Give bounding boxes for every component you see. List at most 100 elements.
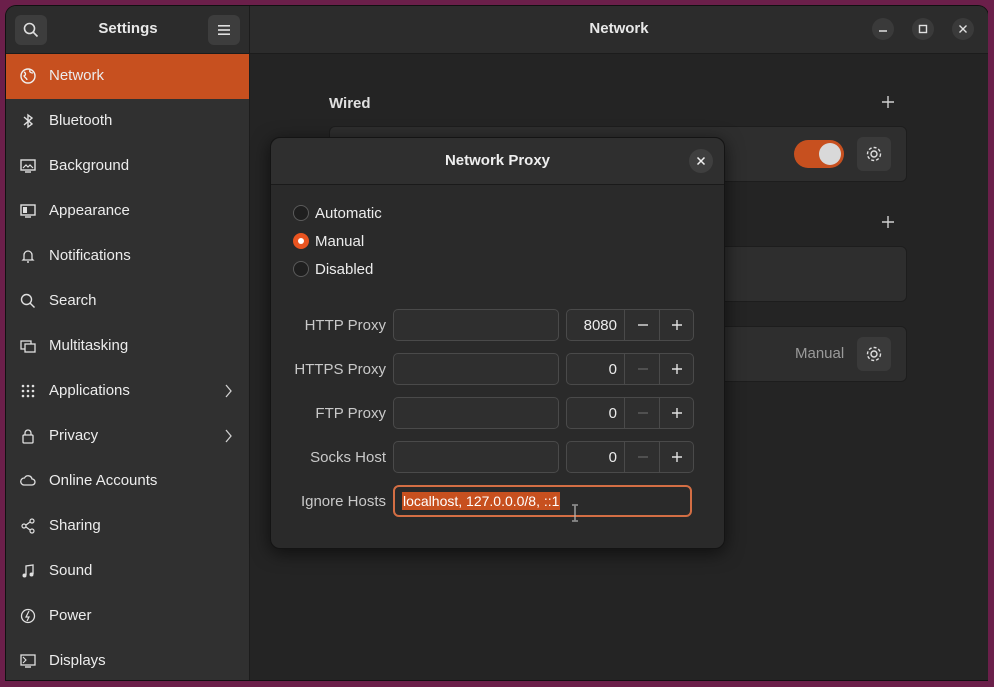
sidebar-item-notifications[interactable]: Notifications [6, 234, 249, 279]
chevron-right-icon [225, 384, 232, 398]
search-icon [20, 293, 35, 308]
cloud-icon [20, 475, 36, 486]
plus-icon [672, 408, 682, 418]
sidebar-item-search[interactable]: Search [6, 279, 249, 324]
wired-section-title: Wired [329, 95, 371, 112]
socks-host-label: Socks Host [310, 449, 386, 466]
increment-button[interactable] [659, 310, 694, 340]
minus-icon [637, 324, 648, 326]
decrement-button [624, 442, 660, 472]
sidebar: Settings Network Bluetooth Background Ap… [6, 6, 250, 680]
sidebar-header: Settings [6, 6, 249, 54]
socks-host-input[interactable] [393, 441, 559, 473]
plus-icon [672, 364, 682, 374]
sidebar-item-label: Search [49, 292, 97, 309]
sidebar-item-label: Sharing [49, 517, 101, 534]
http-proxy-port-spinner[interactable]: 8080 [566, 309, 694, 341]
minimize-button[interactable] [872, 18, 894, 40]
decrement-button [624, 354, 660, 384]
share-icon [21, 518, 35, 534]
sidebar-item-label: Privacy [49, 427, 99, 444]
mode-automatic-option[interactable]: Automatic [293, 202, 382, 224]
sidebar-item-label: Multitasking [49, 337, 129, 354]
port-value[interactable]: 0 [567, 449, 617, 466]
background-icon [20, 159, 36, 173]
wired-toggle[interactable] [794, 140, 844, 168]
mode-label: Disabled [315, 260, 374, 278]
power-icon [20, 608, 36, 624]
decrement-button[interactable] [624, 310, 660, 340]
ftp-proxy-port-spinner[interactable]: 0 [566, 397, 694, 429]
multitasking-icon [20, 340, 36, 353]
sidebar-item-sound[interactable]: Sound [6, 549, 249, 594]
appearance-icon [20, 204, 36, 218]
dialog-title: Network Proxy [444, 152, 551, 169]
ftp-proxy-host-input[interactable] [393, 397, 559, 429]
mode-label: Manual [315, 232, 365, 250]
port-value[interactable]: 0 [567, 405, 617, 422]
radio-manual[interactable] [293, 233, 309, 249]
sidebar-item-label: Bluetooth [49, 112, 113, 129]
sidebar-item-applications[interactable]: Applications [6, 369, 249, 414]
sidebar-item-label: Displays [49, 652, 106, 669]
https-proxy-label: HTTPS Proxy [294, 361, 386, 378]
sidebar-item-bluetooth[interactable]: Bluetooth [6, 99, 249, 144]
sidebar-item-label: Appearance [49, 202, 130, 219]
mode-disabled-option[interactable]: Disabled [293, 258, 373, 280]
bluetooth-icon [23, 113, 34, 129]
port-value[interactable]: 8080 [567, 317, 617, 334]
text-cursor-icon [572, 504, 578, 522]
radio-automatic[interactable] [293, 205, 309, 221]
https-proxy-port-spinner[interactable]: 0 [566, 353, 694, 385]
ignore-hosts-label: Ignore Hosts [300, 493, 386, 510]
sidebar-item-appearance[interactable]: Appearance [6, 189, 249, 234]
sidebar-item-label: Notifications [49, 247, 131, 264]
search-icon [23, 22, 39, 38]
add-vpn-icon[interactable] [881, 215, 895, 229]
mode-label: Automatic [315, 204, 382, 222]
grid-icon [21, 384, 35, 398]
main-header: Network [250, 6, 988, 54]
toggle-knob [819, 143, 841, 165]
decrement-button [624, 398, 660, 428]
sidebar-item-multitasking[interactable]: Multitasking [6, 324, 249, 369]
bell-icon [21, 250, 35, 263]
sidebar-item-power[interactable]: Power [6, 594, 249, 639]
wired-settings-button[interactable] [857, 137, 891, 171]
increment-button[interactable] [659, 398, 694, 428]
close-window-button[interactable] [952, 18, 974, 40]
minus-icon [637, 456, 648, 458]
dialog-close-button[interactable] [689, 149, 713, 173]
sidebar-item-sharing[interactable]: Sharing [6, 504, 249, 549]
minimize-icon [879, 30, 887, 32]
mode-manual-option[interactable]: Manual [293, 230, 364, 252]
sidebar-item-privacy[interactable]: Privacy [6, 414, 249, 459]
sidebar-item-displays[interactable]: Displays [6, 639, 249, 680]
gear-icon [866, 346, 882, 362]
ignore-hosts-input[interactable]: localhost, 127.0.0.0/8, ::1 [393, 485, 692, 517]
menu-button[interactable] [208, 15, 240, 45]
plus-icon [672, 320, 682, 330]
socks-port-spinner[interactable]: 0 [566, 441, 694, 473]
increment-button[interactable] [659, 354, 694, 384]
maximize-button[interactable] [912, 18, 934, 40]
sidebar-item-online-accounts[interactable]: Online Accounts [6, 459, 249, 504]
add-wired-icon[interactable] [881, 95, 895, 109]
sidebar-item-label: Applications [49, 382, 130, 399]
maximize-icon [918, 24, 928, 34]
port-value[interactable]: 0 [567, 361, 617, 378]
sidebar-item-network[interactable]: Network [6, 54, 249, 99]
proxy-settings-button[interactable] [857, 337, 891, 371]
radio-disabled[interactable] [293, 261, 309, 277]
search-button[interactable] [15, 15, 47, 45]
http-proxy-host-input[interactable] [393, 309, 559, 341]
network-proxy-dialog: Network Proxy Automatic Manual Disabled … [270, 137, 725, 549]
minus-icon [637, 412, 648, 414]
sidebar-item-label: Sound [49, 562, 93, 579]
ignore-hosts-selected-text: localhost, 127.0.0.0/8, ::1 [402, 492, 561, 510]
sidebar-item-background[interactable]: Background [6, 144, 249, 189]
increment-button[interactable] [659, 442, 694, 472]
display-icon [20, 654, 36, 668]
https-proxy-host-input[interactable] [393, 353, 559, 385]
music-note-icon [22, 564, 34, 578]
